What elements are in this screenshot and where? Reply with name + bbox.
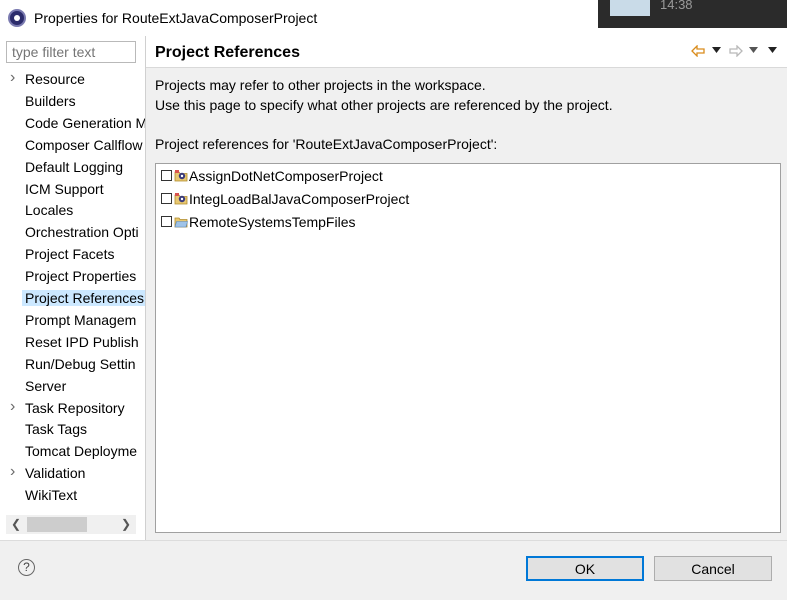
sidebar-item-label: Orchestration Opti <box>25 224 139 241</box>
sidebar-item-label: ICM Support <box>25 180 104 197</box>
sidebar-item-label: Builders <box>25 92 76 109</box>
sidebar-item[interactable]: › Resource <box>0 69 145 90</box>
scroll-left-icon[interactable]: ❮ <box>6 515 26 534</box>
reference-checkbox[interactable] <box>161 170 172 181</box>
sidebar-item-label: Prompt Managem <box>25 311 137 328</box>
help-icon[interactable]: ? <box>18 559 35 576</box>
sidebar-item-label: Resource <box>25 71 85 87</box>
sidebar-item-label: Validation <box>25 465 86 482</box>
sidebar-item[interactable]: Project Facets <box>0 244 145 265</box>
sidebar-item-label: Project References <box>22 290 145 306</box>
sidebar-item-label: WikiText <box>25 487 78 504</box>
sidebar-item[interactable]: › Validation <box>0 463 145 484</box>
sidebar-item[interactable]: Reset IPD Publish <box>0 332 145 353</box>
forward-dropdown-icon[interactable] <box>749 47 758 53</box>
taskbar-overlay: 14:38 <box>598 0 787 28</box>
cancel-button[interactable]: Cancel <box>654 556 772 581</box>
scroll-right-icon[interactable]: ❯ <box>116 515 136 534</box>
sidebar-item[interactable]: Composer Callflow <box>0 135 145 156</box>
reference-checkbox[interactable] <box>161 193 172 204</box>
sidebar-item[interactable]: Prompt Managem <box>0 310 145 331</box>
references-list: AssignDotNetComposerProject IntegLoadBalJ… <box>155 163 781 533</box>
back-dropdown-icon[interactable] <box>712 47 721 53</box>
sidebar-item-label: Server <box>25 377 67 394</box>
sidebar-item-label: Reset IPD Publish <box>25 333 139 350</box>
folder-icon <box>174 217 188 228</box>
content-header: Project References <box>146 36 787 68</box>
description-line-1: Projects may refer to other projects in … <box>155 77 486 93</box>
sidebar-item[interactable]: Task Tags <box>0 419 145 440</box>
reference-name: RemoteSystemsTempFiles <box>189 214 356 230</box>
view-menu-icon[interactable] <box>768 47 777 53</box>
sidebar-item[interactable]: Builders <box>0 91 145 112</box>
reference-checkbox[interactable] <box>161 216 172 227</box>
overlay-thumbnail <box>610 0 650 16</box>
chevron-right-icon[interactable]: › <box>10 463 15 481</box>
title-bar: Properties for RouteExtJavaComposerProje… <box>0 0 787 36</box>
reference-name: IntegLoadBalJavaComposerProject <box>189 191 410 207</box>
eclipse-app-icon <box>8 9 26 27</box>
sidebar-item-label: Project Facets <box>25 246 115 263</box>
filter-input[interactable] <box>6 41 136 63</box>
sidebar-item[interactable]: Run/Debug Settin <box>0 354 145 375</box>
sidebar-item-label: Task Repository <box>25 399 125 416</box>
sidebar-item[interactable]: Project References <box>0 288 145 309</box>
sidebar-item-label: Locales <box>25 202 74 219</box>
sidebar-item[interactable]: › Task Repository <box>0 398 145 419</box>
sidebar-item-label: Task Tags <box>25 421 87 438</box>
sidebar-item-label: Run/Debug Settin <box>25 355 136 372</box>
sidebar-item-label: Composer Callflow <box>25 136 143 153</box>
overlay-time: 14:38 <box>660 0 693 12</box>
sidebar-item[interactable]: Tomcat Deployme <box>0 441 145 462</box>
window-title: Properties for RouteExtJavaComposerProje… <box>34 10 318 26</box>
sidebar-item-label: Default Logging <box>25 158 124 175</box>
description-line-2: Use this page to specify what other proj… <box>155 97 613 113</box>
button-bar: ? OK Cancel <box>0 540 787 600</box>
forward-arrow-icon[interactable] <box>729 45 743 57</box>
sidebar-horizontal-scrollbar[interactable]: ❮ ❯ <box>6 515 136 534</box>
sidebar-item-label: Code Generation M <box>25 114 145 131</box>
composer-project-icon <box>174 193 188 205</box>
reference-name: AssignDotNetComposerProject <box>189 168 383 184</box>
chevron-right-icon[interactable]: › <box>10 69 15 87</box>
sidebar-item-label: Project Properties <box>25 268 137 285</box>
sidebar-item[interactable]: Code Generation M <box>0 113 145 134</box>
content-pane: Project References Projects may refer to… <box>146 36 787 540</box>
scroll-thumb[interactable] <box>27 517 87 532</box>
back-arrow-icon[interactable] <box>691 45 705 57</box>
sidebar-item[interactable]: WikiText <box>0 485 145 506</box>
chevron-right-icon[interactable]: › <box>10 398 15 416</box>
sidebar-item[interactable]: Project Properties <box>0 266 145 287</box>
sidebar-item[interactable]: Default Logging <box>0 157 145 178</box>
composer-project-icon <box>174 170 188 182</box>
sidebar-item[interactable]: Locales <box>0 200 145 221</box>
sidebar: › Resource Builders Code Generation M Compos… <box>0 36 145 540</box>
references-label: Project references for 'RouteExtJavaComp… <box>155 136 498 152</box>
property-tree: › Resource Builders Code Generation M Compos… <box>0 69 145 514</box>
sidebar-item[interactable]: Server <box>0 376 145 397</box>
sidebar-item[interactable]: ICM Support <box>0 179 145 200</box>
sidebar-item-label: Tomcat Deployme <box>25 443 138 460</box>
page-title: Project References <box>155 44 300 61</box>
sidebar-item[interactable]: Orchestration Opti <box>0 222 145 243</box>
ok-button[interactable]: OK <box>526 556 644 581</box>
